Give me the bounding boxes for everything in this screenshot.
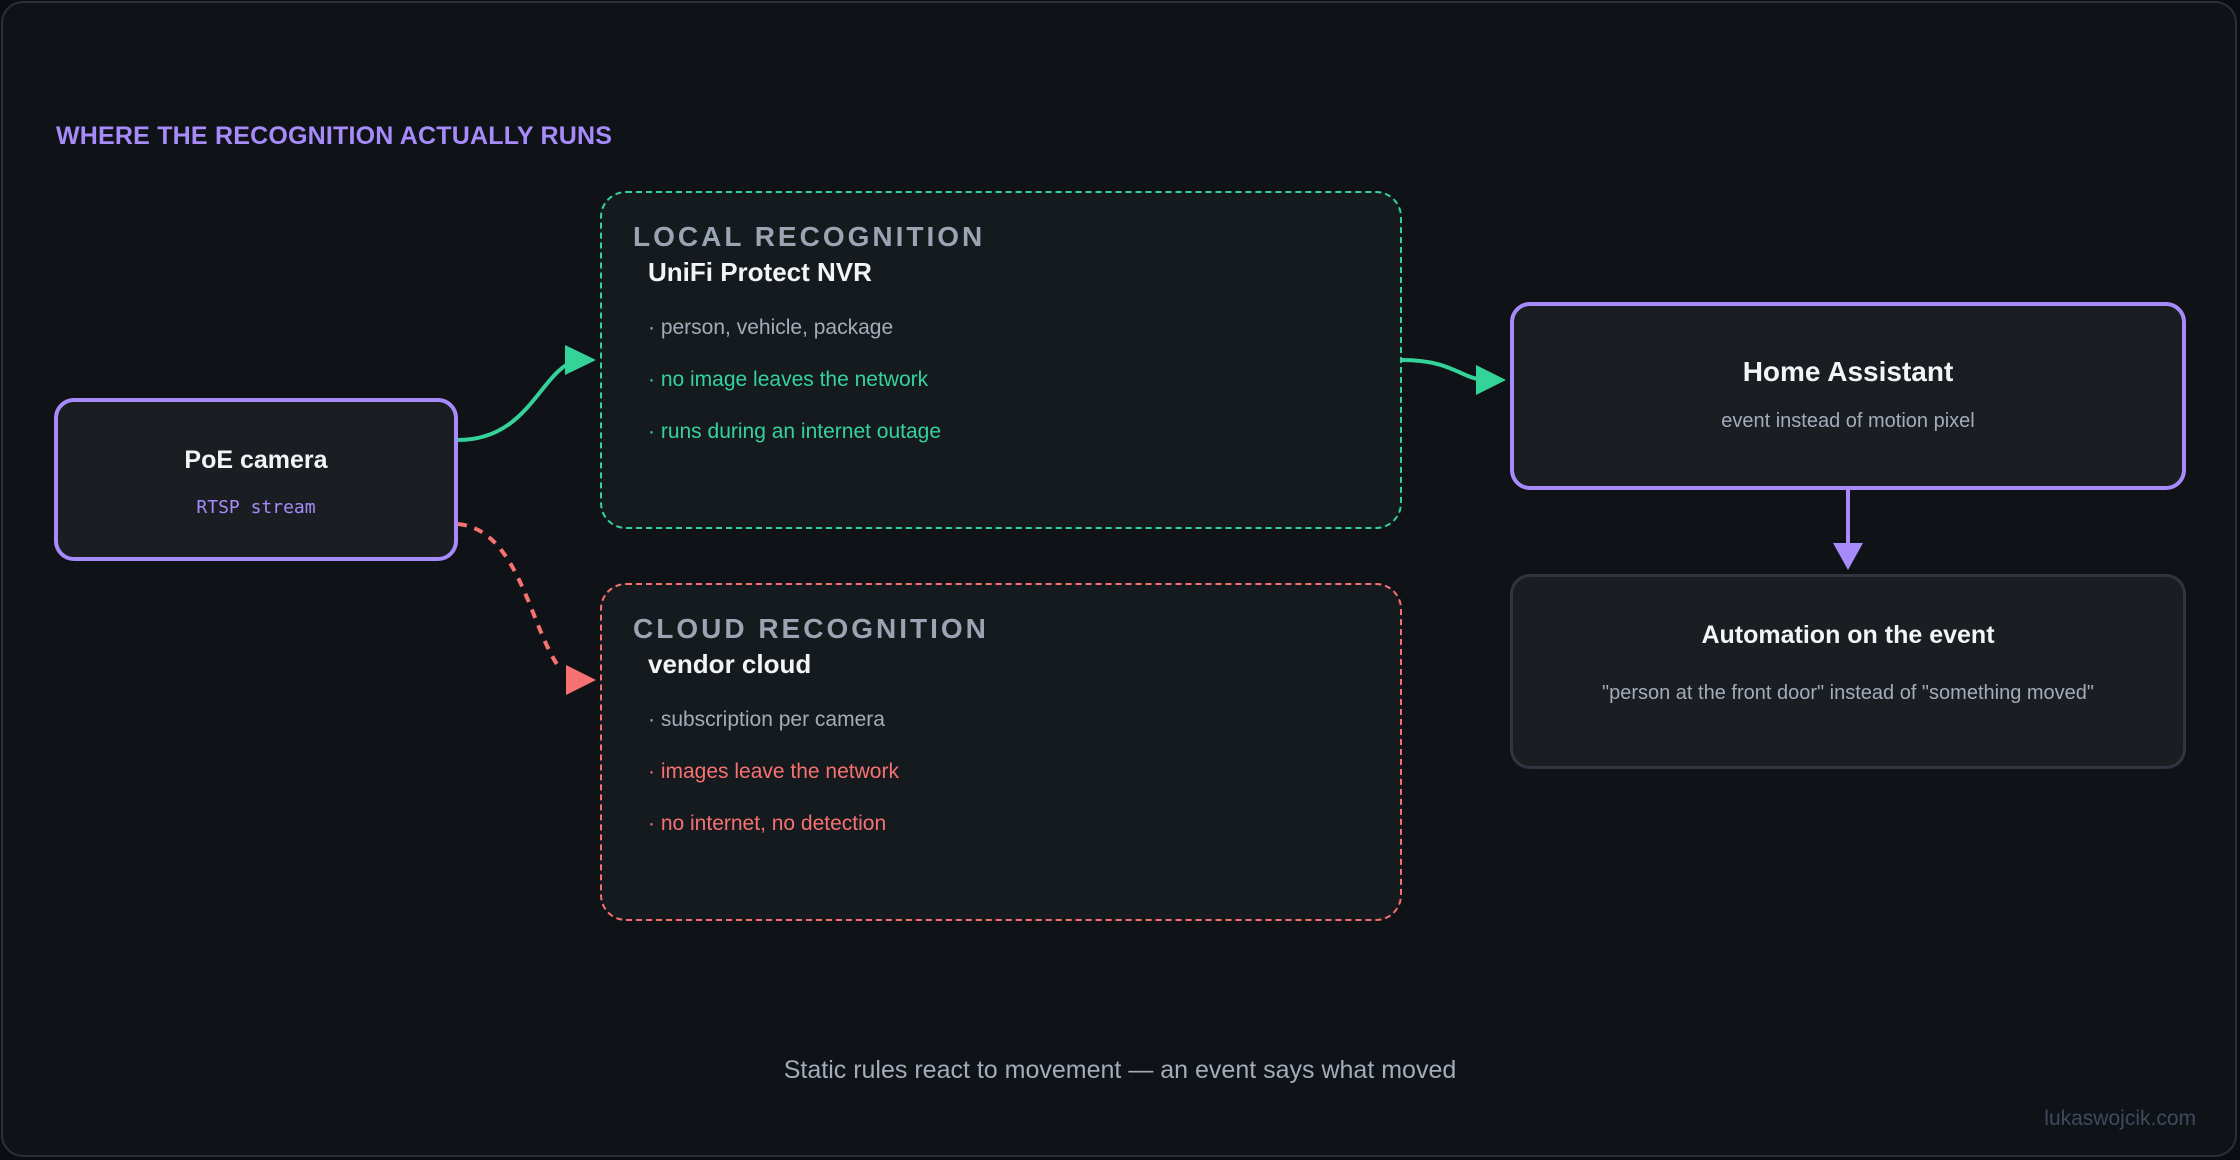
cloud-bullet: · images leave the network bbox=[648, 760, 899, 783]
automation-node: Automation on the event "person at the f… bbox=[1510, 574, 2186, 769]
automation-subtitle: "person at the front door" instead of "s… bbox=[1601, 682, 2094, 704]
cloud-group-label: CLOUD RECOGNITION bbox=[633, 613, 989, 644]
home-assistant-node: Home Assistant event instead of motion p… bbox=[1510, 302, 2186, 490]
cloud-bullet: · subscription per camera bbox=[648, 708, 885, 731]
camera-title: PoE camera bbox=[184, 446, 328, 474]
watermark: lukaswojcik.com bbox=[2044, 1107, 2196, 1130]
cloud-recognition-group: CLOUD RECOGNITION vendor cloud · subscri… bbox=[600, 583, 1402, 921]
local-bullet: · runs during an internet outage bbox=[648, 420, 942, 443]
camera-subtitle: RTSP stream bbox=[196, 497, 316, 518]
diagram-title: WHERE THE RECOGNITION ACTUALLY RUNS bbox=[56, 122, 613, 150]
cloud-bullet: · no internet, no detection bbox=[648, 812, 887, 835]
local-bullet: · no image leaves the network bbox=[648, 368, 929, 391]
local-bullet: · person, vehicle, package bbox=[648, 316, 894, 339]
camera-node: PoE camera RTSP stream bbox=[54, 398, 458, 561]
local-recognition-group: LOCAL RECOGNITION UniFi Protect NVR · pe… bbox=[600, 191, 1402, 529]
automation-title: Automation on the event bbox=[1701, 621, 1995, 649]
home-assistant-subtitle: event instead of motion pixel bbox=[1721, 410, 1975, 432]
local-group-title: UniFi Protect NVR bbox=[648, 257, 872, 287]
home-assistant-title: Home Assistant bbox=[1742, 356, 1954, 387]
diagram-caption: Static rules react to movement — an even… bbox=[783, 1056, 1457, 1084]
cloud-group-title: vendor cloud bbox=[648, 649, 812, 679]
local-group-label: LOCAL RECOGNITION bbox=[633, 221, 986, 252]
